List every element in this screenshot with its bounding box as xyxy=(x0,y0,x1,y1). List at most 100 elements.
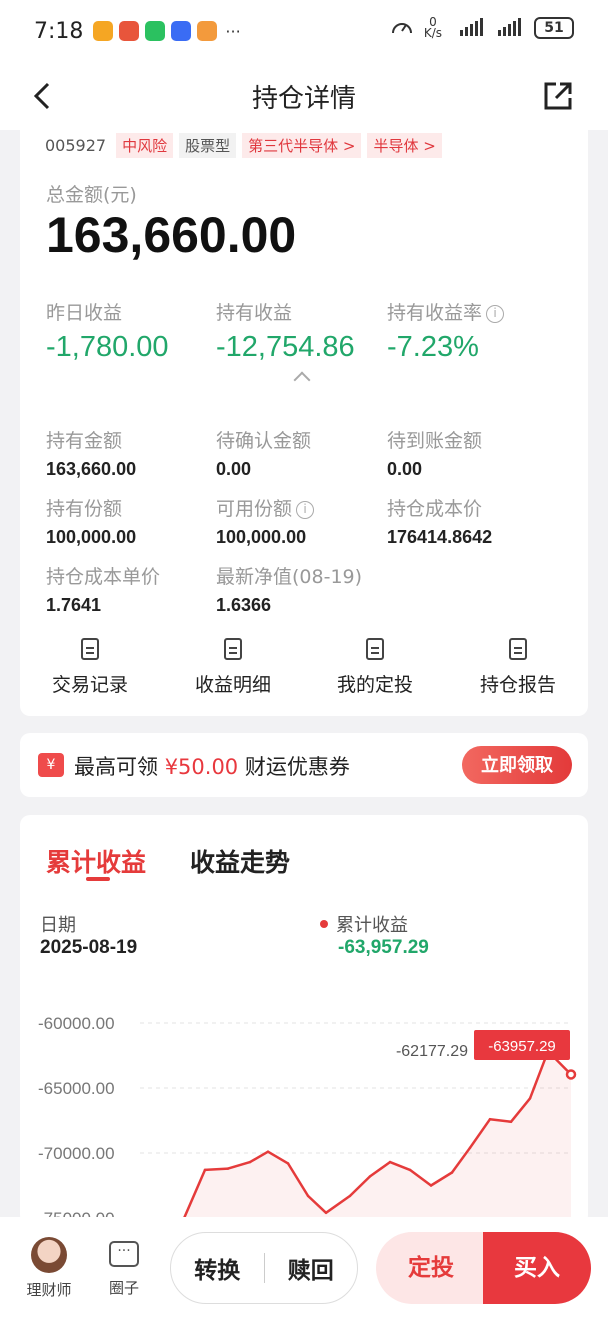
detail-label: 待到账金额 xyxy=(387,430,483,452)
network-speed-unit: K/s xyxy=(423,26,442,40)
advisor-button[interactable]: 理财师 xyxy=(24,1237,74,1300)
advisor-label: 理财师 xyxy=(26,1281,72,1299)
detail-item: 持有金额 163,660.00 xyxy=(46,426,136,480)
holding-card: 005927 中风险 股票型 第三代半导体 > 半导体 > 总金额(元) 163… xyxy=(20,130,588,716)
clipboard-check-icon xyxy=(509,638,527,660)
signal-icon xyxy=(460,18,483,36)
area-fill xyxy=(160,1051,571,1225)
detail-item: 持仓成本单价 1.7641 xyxy=(46,562,160,616)
yesterday-profit: 昨日收益 -1,780.00 xyxy=(46,298,169,364)
detail-label: 待确认金额 xyxy=(216,430,312,452)
last-value-tag-text: -63957.29 xyxy=(488,1038,556,1055)
total-amount-label: 总金额(元) xyxy=(46,184,137,206)
detail-value: 176414.8642 xyxy=(387,527,493,547)
detail-label: 持有金额 xyxy=(46,430,123,452)
stat-label: 持有收益 xyxy=(216,302,293,324)
y-tick-label: -65000.00 xyxy=(38,1079,115,1098)
status-time: 7:18 xyxy=(34,18,84,44)
avatar xyxy=(31,1237,67,1273)
action-profit-details[interactable]: 收益明细 xyxy=(173,638,293,697)
detail-item: 最新净值(08-19) 1.6366 xyxy=(216,562,362,616)
app-notification-icon xyxy=(197,21,218,41)
info-icon[interactable]: i xyxy=(486,305,505,323)
bottom-action-bar: 理财师 ··· 圈子 转换 赎回 定投 买入 xyxy=(0,1217,608,1344)
detail-item: 持仓成本价 176414.8642 xyxy=(387,494,492,548)
battery-icon: 51 xyxy=(534,17,574,39)
stat-value: -12,754.86 xyxy=(216,331,355,363)
collapse-chevron-icon[interactable] xyxy=(293,371,311,389)
auto-invest-button[interactable]: 定投 xyxy=(376,1232,486,1304)
stat-label: 持有收益率 i xyxy=(387,298,505,325)
action-label: 我的定投 xyxy=(336,674,413,696)
claim-coupon-button[interactable]: 立即领取 xyxy=(462,746,572,784)
action-label: 收益明细 xyxy=(194,674,271,696)
share-icon[interactable] xyxy=(542,80,574,112)
fund-code: 005927 xyxy=(45,136,107,155)
action-my-auto-invest[interactable]: 我的定投 xyxy=(315,638,435,697)
profit-card: 累计收益 收益走势 日期 2025-08-19 累计收益 -63,957.29 … xyxy=(20,815,588,1225)
detail-item: 可用份额 i 100,000.00 xyxy=(216,494,315,548)
total-amount-value: 163,660.00 xyxy=(46,207,297,263)
detail-item: 待到账金额 0.00 xyxy=(387,426,482,480)
coupon-suffix: 财运优惠券 xyxy=(244,755,350,779)
stat-value: -7.23% xyxy=(387,331,479,363)
network-speed: 0 K/s xyxy=(423,16,442,40)
peak-value-label: -62177.29 xyxy=(396,1043,468,1060)
coupon-text: 最高可领 ¥50.00 财运优惠券 xyxy=(74,751,350,781)
detail-value: 1.7641 xyxy=(46,595,102,615)
detail-value: 0.00 xyxy=(216,459,252,479)
stat-label-text: 持有收益率 xyxy=(387,302,483,324)
status-bar: 7:18 ··· 0 K/s 51 xyxy=(0,0,608,62)
coupon-banner: ¥ 最高可领 ¥50.00 财运优惠券 立即领取 xyxy=(20,733,588,797)
fund-tags: 005927 中风险 股票型 第三代半导体 > 半导体 > xyxy=(45,133,442,158)
app-notification-icon xyxy=(93,21,114,41)
coupon-amount: ¥50.00 xyxy=(164,755,239,779)
convert-button[interactable]: 转换 xyxy=(171,1251,264,1285)
more-notifications-icon: ··· xyxy=(225,21,241,41)
risk-tag: 中风险 xyxy=(116,133,174,158)
holding-profit: 持有收益 -12,754.86 xyxy=(216,298,355,364)
stat-value: -1,780.00 xyxy=(46,331,169,363)
series-line-segment xyxy=(203,1167,230,1172)
signal-icon xyxy=(498,18,521,36)
action-holding-report[interactable]: 持仓报告 xyxy=(458,638,578,697)
detail-label: 持仓成本单价 xyxy=(46,566,161,588)
detail-value: 163,660.00 xyxy=(46,459,137,479)
coupon-icon: ¥ xyxy=(38,753,64,777)
y-tick-label: -70000.00 xyxy=(38,1144,115,1163)
nav-bar: 持仓详情 xyxy=(0,62,608,130)
action-trade-records[interactable]: 交易记录 xyxy=(30,638,150,697)
community-button[interactable]: ··· 圈子 xyxy=(104,1237,144,1298)
detail-item: 待确认金额 0.00 xyxy=(216,426,311,480)
back-icon[interactable] xyxy=(30,80,54,112)
speed-gauge-icon xyxy=(391,23,412,34)
redeem-button[interactable]: 赎回 xyxy=(265,1251,358,1285)
detail-label: 可用份额 i xyxy=(216,494,315,521)
app-notification-icon xyxy=(171,21,192,41)
community-label: 圈子 xyxy=(108,1279,139,1297)
convert-redeem-group: 转换 赎回 xyxy=(170,1232,358,1304)
sector-tag[interactable]: 第三代半导体 > xyxy=(242,133,362,158)
detail-label-text: 可用份额 xyxy=(216,498,293,520)
record-icon xyxy=(81,638,99,660)
holding-profit-rate: 持有收益率 i -7.23% xyxy=(387,298,505,364)
wechat-icon xyxy=(145,21,166,41)
profit-line-chart[interactable]: -60000.00-65000.00-70000.00-75000.00-621… xyxy=(20,815,588,1225)
yen-doc-icon xyxy=(224,638,242,660)
action-label: 持仓报告 xyxy=(479,674,556,696)
detail-label: 最新净值(08-19) xyxy=(216,566,363,588)
page-title: 持仓详情 xyxy=(251,83,356,114)
info-icon[interactable]: i xyxy=(296,501,315,519)
detail-label: 持有份额 xyxy=(46,498,123,520)
sector-tag[interactable]: 半导体 > xyxy=(367,133,442,158)
coupon-prefix: 最高可领 xyxy=(74,755,158,779)
y-tick-label: -60000.00 xyxy=(38,1014,115,1033)
detail-value: 100,000.00 xyxy=(216,527,307,547)
detail-value: 1.6366 xyxy=(216,595,272,615)
last-data-point xyxy=(565,1069,577,1080)
detail-value: 100,000.00 xyxy=(46,527,137,547)
detail-label: 持仓成本价 xyxy=(387,498,483,520)
buy-button[interactable]: 买入 xyxy=(483,1232,591,1304)
bookmark-icon xyxy=(366,638,384,660)
chat-icon: ··· xyxy=(109,1241,139,1267)
